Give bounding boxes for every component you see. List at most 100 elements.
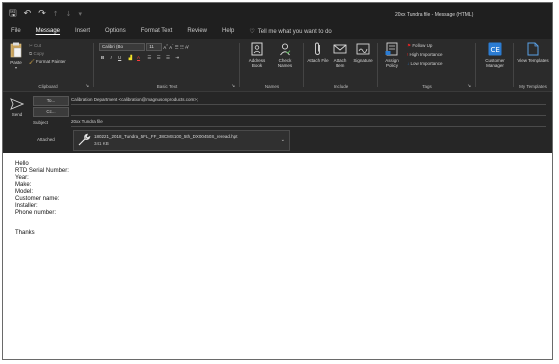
tags-group-label: Tags bbox=[422, 84, 432, 89]
tags-group: Assign Policy ⚑ Follow Up ! High Importa… bbox=[381, 39, 473, 91]
copy-button[interactable]: ⧉ Copy bbox=[29, 51, 44, 56]
subject-field[interactable]: 20xx Tundra file bbox=[71, 118, 546, 127]
redo-icon[interactable]: ↷ bbox=[38, 9, 46, 19]
check-names-button[interactable]: Check Names bbox=[273, 42, 297, 68]
check-names-icon bbox=[280, 43, 291, 56]
grow-font-icon[interactable]: A^ bbox=[163, 43, 168, 50]
numbering-icon[interactable]: ☷ bbox=[180, 45, 184, 50]
attach-item-button[interactable]: Attach Item bbox=[329, 42, 351, 68]
basic-text-launcher-icon[interactable]: ↘ bbox=[231, 83, 235, 89]
svg-text:CE: CE bbox=[491, 46, 500, 54]
my-templates-group: View Templates My Templates bbox=[515, 39, 551, 91]
cut-button[interactable]: ✂ Cut bbox=[29, 43, 41, 49]
paste-button[interactable]: Paste ▾ bbox=[7, 42, 25, 70]
templates-icon bbox=[527, 42, 539, 56]
address-book-label: Address Book bbox=[248, 58, 266, 68]
attachment-chip[interactable]: 180221_2018_Tundra_5FL_FF_38CMS100_5th_D… bbox=[73, 130, 290, 151]
signature-label: Signature bbox=[353, 58, 373, 63]
names-group-label: Names bbox=[264, 84, 280, 89]
assign-policy-button[interactable]: Assign Policy bbox=[381, 42, 403, 68]
tab-format-text[interactable]: Format Text bbox=[141, 28, 173, 35]
align-right-icon[interactable]: ☰ bbox=[166, 55, 170, 60]
attached-label: Attached bbox=[37, 137, 55, 142]
customer-manager-label: Customer Manager bbox=[485, 58, 505, 68]
tab-file[interactable]: File bbox=[11, 28, 21, 35]
clipboard-launcher-icon[interactable]: ↘ bbox=[85, 83, 89, 89]
high-importance-button[interactable]: ! High Importance bbox=[407, 52, 443, 57]
wrench-file-icon bbox=[78, 133, 91, 146]
policy-icon bbox=[385, 42, 398, 56]
font-name-select[interactable]: Calibri (Bo bbox=[99, 43, 145, 52]
align-center-icon[interactable]: ☰ bbox=[157, 55, 161, 60]
attach-file-button[interactable]: Attach File bbox=[307, 42, 329, 63]
tab-help[interactable]: Help bbox=[222, 28, 234, 35]
tab-options[interactable]: Options bbox=[105, 28, 126, 35]
body-line-hello: Hello bbox=[15, 161, 29, 167]
body-line-thanks: Thanks bbox=[15, 230, 35, 236]
signature-icon bbox=[356, 43, 370, 55]
align-left-icon[interactable]: ☰ bbox=[147, 55, 151, 60]
highlight-icon[interactable]: ▟ bbox=[129, 55, 132, 60]
tell-me-search[interactable]: ♡ Tell me what you want to do bbox=[249, 28, 331, 35]
tab-insert[interactable]: Insert bbox=[75, 28, 90, 35]
title-bar: 🖫 ↶ ↷ ↑ ↓ ▾ 20xx Tundra file - Message (… bbox=[3, 3, 552, 25]
clear-format-icon[interactable]: A̸ bbox=[185, 45, 188, 50]
basic-text-group: Calibri (Bo 11 A^ Aˇ ☰ ☷ A̸ B I U ▟ A ☰ … bbox=[97, 39, 237, 91]
bullets-icon[interactable]: ☰ bbox=[175, 45, 179, 50]
flag-icon: ⚑ bbox=[407, 43, 412, 48]
font-size-select[interactable]: 11 bbox=[146, 43, 163, 52]
to-button[interactable]: To... bbox=[33, 96, 69, 106]
attach-file-label: Attach File bbox=[307, 58, 329, 63]
assign-policy-label: Assign Policy bbox=[385, 58, 399, 68]
save-icon[interactable]: 🖫 bbox=[9, 9, 17, 19]
format-painter-button[interactable]: 🖌 Format Painter bbox=[29, 59, 66, 65]
customer-manager-button[interactable]: CE Customer Manager bbox=[479, 42, 511, 68]
my-templates-group-label: My Templates bbox=[519, 84, 547, 89]
check-names-label: Check Names bbox=[277, 58, 293, 68]
clipboard-group-label: Clipboard bbox=[38, 84, 58, 89]
message-body[interactable]: Hello RTD Serial Number: Year: Make: Mod… bbox=[3, 154, 552, 359]
address-book-button[interactable]: Address Book bbox=[245, 42, 269, 68]
italic-button[interactable]: I bbox=[111, 55, 112, 60]
low-importance-button[interactable]: ↓ Low Importance bbox=[407, 61, 443, 66]
clipboard-group: Paste ▾ ✂ Cut ⧉ Copy 🖌 Format Painter Cl… bbox=[5, 39, 91, 91]
tags-launcher-icon[interactable]: ↘ bbox=[467, 83, 471, 89]
view-templates-button[interactable]: View Templates bbox=[517, 42, 549, 63]
menu-tabs: File Message Insert Options Format Text … bbox=[11, 28, 347, 35]
lightbulb-icon: ♡ bbox=[249, 29, 255, 35]
tell-me-label: Tell me what you want to do bbox=[257, 29, 332, 35]
shrink-font-icon[interactable]: Aˇ bbox=[169, 43, 173, 50]
arrow-down-icon[interactable]: ↓ bbox=[66, 9, 72, 19]
names-group: Address Book Check Names Names bbox=[243, 39, 301, 91]
ribbon-separator bbox=[239, 43, 240, 87]
cut-label: Cut bbox=[34, 43, 42, 48]
to-field[interactable]: Calibration Department <calibration@magn… bbox=[71, 96, 546, 105]
ribbon-separator bbox=[303, 43, 304, 87]
bold-button[interactable]: B bbox=[101, 55, 104, 60]
include-group-label: Include bbox=[333, 84, 349, 89]
indent-icon[interactable]: ⇥ bbox=[175, 55, 179, 60]
cc-button[interactable]: Cc... bbox=[33, 107, 69, 117]
paste-chevron-icon[interactable]: ▾ bbox=[7, 65, 25, 70]
underline-button[interactable]: U bbox=[118, 55, 121, 60]
tab-review[interactable]: Review bbox=[187, 28, 207, 35]
undo-icon[interactable]: ↶ bbox=[24, 9, 32, 19]
customize-qat-chevron[interactable]: ▾ bbox=[79, 9, 83, 19]
tab-message[interactable]: Message bbox=[36, 28, 60, 35]
cc-field[interactable] bbox=[71, 107, 546, 116]
attachment-chevron-icon[interactable]: ⌄ bbox=[281, 137, 285, 143]
body-line-installer: Installer: bbox=[15, 203, 38, 209]
font-color-button[interactable]: A bbox=[137, 55, 140, 60]
ribbon-separator bbox=[377, 43, 378, 87]
follow-up-button[interactable]: ⚑ Follow Up bbox=[407, 43, 432, 49]
attachment-name: 180221_2018_Tundra_5FL_FF_38CMS100_5th_D… bbox=[94, 134, 238, 139]
include-group: Attach File Attach Item Signature Includ… bbox=[307, 39, 375, 91]
compose-header: Send To... Calibration Department <calib… bbox=[3, 92, 552, 153]
signature-button[interactable]: Signature bbox=[351, 42, 375, 63]
arrow-up-icon[interactable]: ↑ bbox=[53, 9, 59, 19]
follow-up-label: Follow Up bbox=[412, 43, 433, 48]
send-button[interactable]: Send bbox=[7, 98, 27, 124]
customer-manager-icon: CE bbox=[488, 42, 502, 56]
ribbon-separator bbox=[93, 43, 94, 87]
low-importance-label: Low Importance bbox=[410, 61, 443, 66]
